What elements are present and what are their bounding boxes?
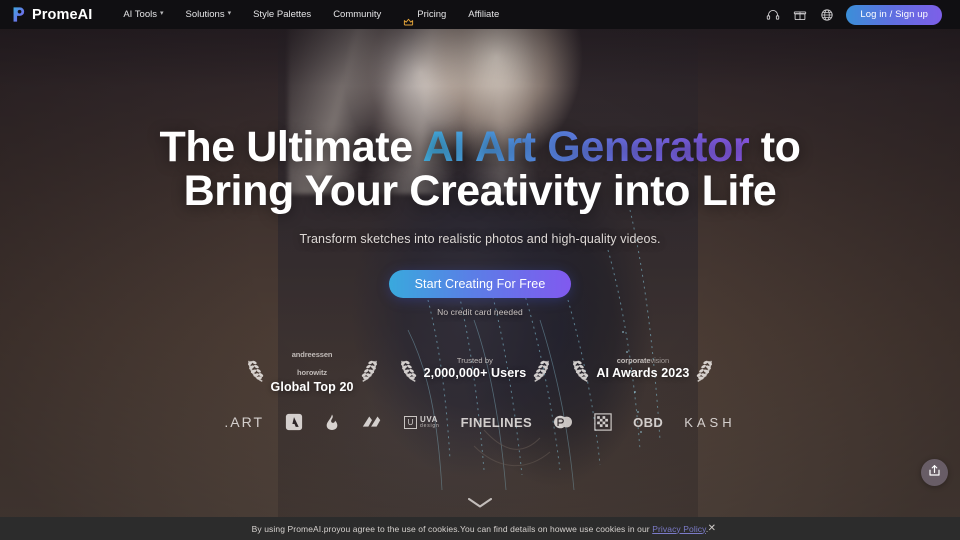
badge-cv-top-line2: vision bbox=[650, 356, 670, 366]
cookie-consent-bar: By using PromeAI.proyou agree to the use… bbox=[0, 517, 960, 540]
laurel-left-icon bbox=[397, 354, 419, 384]
nav-right-actions: Log in / Sign up bbox=[765, 4, 950, 25]
nav-item-ai-tools-label: AI Tools bbox=[123, 9, 157, 20]
nav-item-solutions[interactable]: Solutions ▾ bbox=[174, 0, 242, 29]
chevron-down-icon: ▾ bbox=[159, 10, 164, 17]
badge-a16z-top-line1: andreessen bbox=[291, 349, 333, 359]
nav-item-affiliate[interactable]: Affiliate bbox=[457, 0, 510, 29]
badge-trusted-users-text: Trusted by 2,000,000+ Users bbox=[424, 357, 527, 381]
badge-corporate-vision-text: corporatevision AI Awards 2023 bbox=[596, 356, 690, 381]
trust-badges: andreessen horowitz Global Top 20 Truste… bbox=[244, 344, 717, 396]
cookie-consent-text: By using PromeAI.proyou agree to the use… bbox=[252, 524, 709, 534]
partner-logo-art-label: .ART bbox=[224, 414, 265, 431]
badge-a16z-top: andreessen horowitz bbox=[292, 350, 333, 377]
nav-item-community[interactable]: Community bbox=[322, 0, 392, 29]
badge-a16z-top-line2: horowitz bbox=[297, 367, 328, 377]
partner-logo-obd-label: OBD bbox=[633, 414, 664, 430]
share-button[interactable] bbox=[921, 459, 948, 486]
cookie-close-button[interactable]: ✕ bbox=[708, 523, 716, 534]
badge-a16z-main: Global Top 20 bbox=[270, 379, 354, 394]
nav-item-affiliate-label: Affiliate bbox=[468, 9, 500, 20]
badge-corporate-vision: corporatevision AI Awards 2023 bbox=[569, 354, 716, 384]
partner-logos: .ART U UVA design FINELINES OBD KASH bbox=[224, 411, 735, 433]
laurel-left-icon bbox=[244, 354, 266, 384]
login-signup-button[interactable]: Log in / Sign up bbox=[846, 4, 942, 25]
chevron-down-icon bbox=[467, 496, 493, 513]
headline-line-2: Bring Your Creativity into Life bbox=[183, 167, 777, 216]
badge-cv-top-line1: corporate bbox=[616, 356, 651, 366]
partner-logo-uva-sub: design bbox=[420, 422, 440, 429]
badge-trusted-users: Trusted by 2,000,000+ Users bbox=[397, 354, 554, 384]
top-navigation-bar: PromeAI AI Tools ▾ Solutions ▾ Style Pal… bbox=[0, 0, 960, 29]
adobe-triangle-logo-icon bbox=[285, 411, 303, 433]
headline-part-1: The Ultimate bbox=[159, 123, 423, 171]
brushstroke-logo-icon bbox=[361, 411, 383, 433]
laurel-right-icon bbox=[359, 354, 381, 384]
crown-icon bbox=[403, 10, 414, 26]
chevron-down-icon: ▾ bbox=[227, 10, 232, 17]
badge-corporate-vision-main: AI Awards 2023 bbox=[596, 365, 690, 380]
nav-item-solutions-label: Solutions bbox=[185, 9, 225, 20]
partner-logo-finelines: FINELINES bbox=[461, 411, 533, 433]
laurel-right-icon bbox=[694, 354, 716, 384]
flame-logo-icon bbox=[324, 411, 340, 433]
gift-icon[interactable] bbox=[792, 7, 807, 22]
brand-logo[interactable]: PromeAI bbox=[10, 6, 92, 23]
privacy-policy-link[interactable]: Privacy Policy bbox=[652, 524, 706, 534]
badge-trusted-users-top: Trusted by bbox=[456, 356, 494, 366]
hero-subheading: Transform sketches into realistic photos… bbox=[299, 231, 661, 246]
no-credit-card-note: No credit card needed bbox=[437, 306, 523, 317]
headset-icon[interactable] bbox=[765, 7, 780, 22]
headline-part-2: to bbox=[749, 123, 801, 171]
page-headline: The Ultimate AI Art Generator to Bring Y… bbox=[159, 125, 800, 214]
share-icon bbox=[927, 463, 942, 483]
partner-logo-kash: KASH bbox=[684, 411, 735, 433]
uva-u-mark-icon: U bbox=[404, 415, 418, 429]
nav-item-style-palettes-label: Style Palettes bbox=[253, 9, 312, 20]
headline-gradient-text: AI Art Generator bbox=[422, 123, 750, 171]
brand-name: PromeAI bbox=[32, 6, 93, 23]
promeai-p-mark-icon bbox=[10, 6, 27, 23]
nav-item-ai-tools[interactable]: AI Tools ▾ bbox=[112, 0, 174, 29]
nav-item-style-palettes[interactable]: Style Palettes bbox=[242, 0, 322, 29]
pixel-grid-logo-icon bbox=[594, 411, 612, 433]
nav-item-pricing-label: Pricing bbox=[417, 9, 447, 20]
partner-logo-uva: U UVA design bbox=[404, 411, 440, 433]
badge-corporate-vision-top: corporatevision bbox=[596, 356, 689, 366]
badge-trusted-users-main: 2,000,000+ Users bbox=[423, 365, 527, 380]
nav-links: AI Tools ▾ Solutions ▾ Style Palettes Co… bbox=[112, 0, 510, 29]
start-creating-button[interactable]: Start Creating For Free bbox=[388, 269, 572, 298]
partner-logo-art: .ART bbox=[224, 411, 264, 433]
nav-item-pricing[interactable]: Pricing bbox=[392, 0, 457, 29]
partner-logo-obd: OBD bbox=[633, 411, 663, 433]
scroll-down-cue[interactable] bbox=[467, 496, 493, 514]
partner-logo-kash-label: KASH bbox=[684, 414, 736, 430]
badge-a16z: andreessen horowitz Global Top 20 bbox=[244, 344, 381, 396]
laurel-right-icon bbox=[531, 354, 553, 384]
nav-item-community-label: Community bbox=[333, 9, 382, 20]
circle-rp-logo-icon bbox=[553, 411, 573, 433]
laurel-left-icon bbox=[569, 354, 591, 384]
promeai-landing-page: PromeAI AI Tools ▾ Solutions ▾ Style Pal… bbox=[0, 0, 960, 540]
cookie-text-body: By using PromeAI.proyou agree to the use… bbox=[251, 523, 653, 534]
badge-a16z-text: andreessen horowitz Global Top 20 bbox=[271, 344, 354, 396]
globe-icon[interactable] bbox=[819, 7, 834, 22]
partner-logo-finelines-label: FINELINES bbox=[460, 414, 533, 430]
